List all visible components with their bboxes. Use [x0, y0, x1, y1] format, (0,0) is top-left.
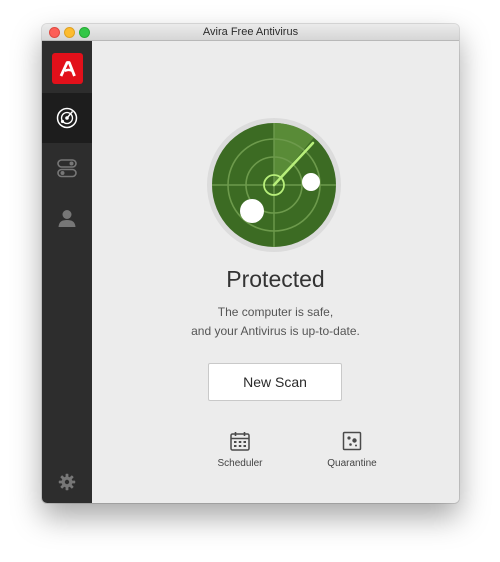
quarantine-button[interactable]: Quarantine [312, 430, 392, 469]
title-bar: Avira Free Antivirus [42, 24, 459, 41]
calendar-icon [230, 432, 250, 451]
quarantine-label: Quarantine [327, 458, 377, 469]
quarantine-icon [342, 431, 362, 451]
protection-status-title: Protected [226, 266, 325, 292]
avira-logo-icon [59, 60, 76, 77]
new-scan-button[interactable]: New Scan [208, 363, 342, 401]
sidebar [42, 41, 92, 503]
radar-icon [56, 107, 78, 129]
app-window: Avira Free Antivirus Protected The compu… [42, 24, 459, 503]
sidebar-item-account[interactable] [42, 193, 92, 243]
status-line-1: The computer is safe, [217, 305, 334, 319]
scheduler-label: Scheduler [217, 458, 263, 469]
window-title: Avira Free Antivirus [202, 26, 299, 38]
sidebar-item-status[interactable] [42, 93, 92, 143]
avira-logo[interactable] [52, 53, 83, 84]
settings-button[interactable] [42, 469, 92, 495]
protection-radar-icon [207, 118, 341, 252]
user-icon [58, 210, 76, 227]
gear-icon [58, 473, 76, 491]
protection-status-description: The computer is safe, and your Antivirus… [92, 303, 459, 341]
scheduler-button[interactable]: Scheduler [200, 430, 280, 469]
main-panel: Protected The computer is safe, and your… [92, 41, 459, 503]
status-line-2: and your Antivirus is up-to-date. [191, 324, 360, 338]
toggles-icon [57, 159, 77, 178]
sidebar-item-modules[interactable] [42, 143, 92, 193]
